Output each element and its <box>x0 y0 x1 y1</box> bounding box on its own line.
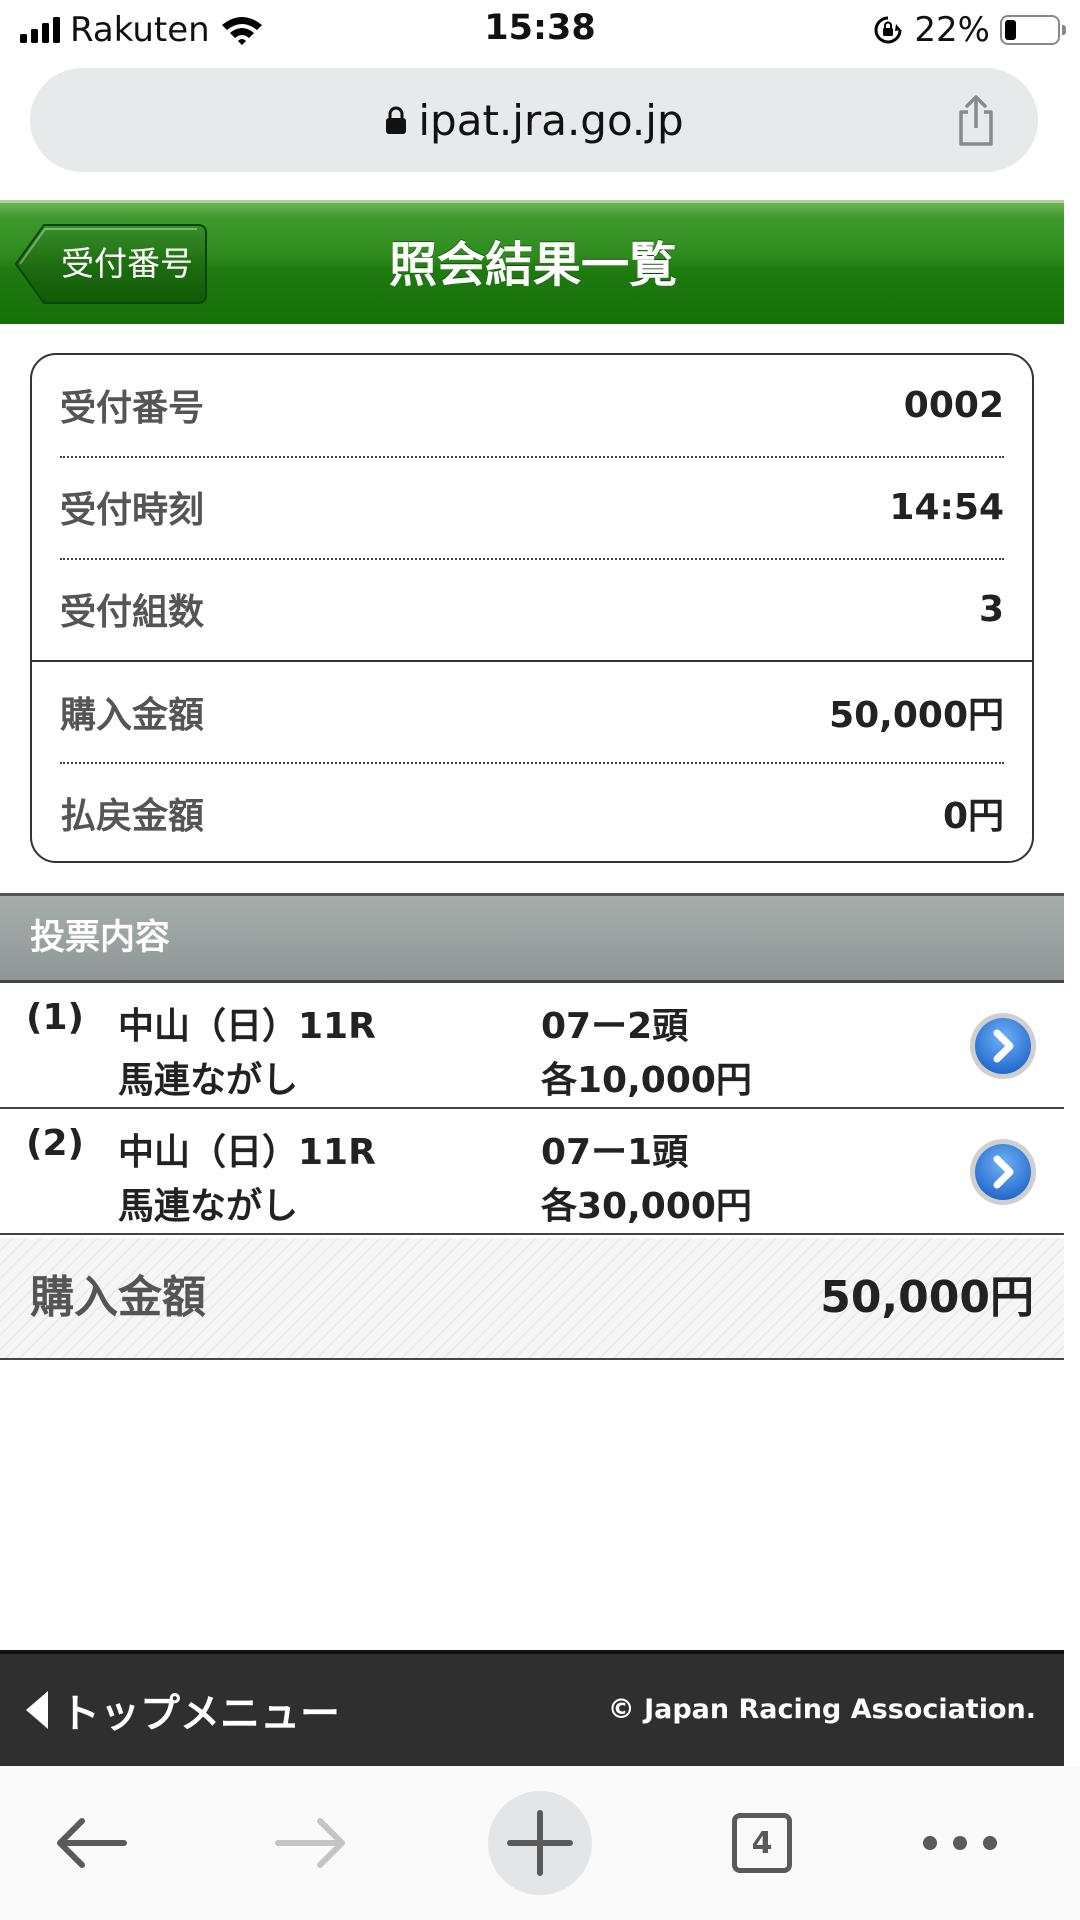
plus-icon <box>507 1810 573 1876</box>
receipt-number-row: 受付番号 0002 <box>60 355 1004 455</box>
bet-number: (1) <box>26 997 84 1038</box>
chevron-right-circle-icon[interactable] <box>968 1137 1038 1207</box>
copyright-text: © Japan Racing Association. <box>607 1694 1036 1725</box>
receipt-time-label: 受付時刻 <box>60 490 205 531</box>
refund-amount-label: 払戻金額 <box>60 796 205 837</box>
refund-amount-row: 払戻金額 0円 <box>60 763 1004 861</box>
browser-toolbar: 4 <box>0 1766 1080 1920</box>
arrow-left-icon <box>57 1818 127 1868</box>
receipt-info-card: 受付番号 0002 受付時刻 14:54 受付組数 3 購入金額 50,000円… <box>30 353 1034 863</box>
bet-race: 中山（日）11R <box>118 1006 376 1047</box>
page-title: 照会結果一覧 <box>388 237 677 293</box>
top-menu-link[interactable]: トップメニュー <box>26 1654 340 1766</box>
receipt-number-value: 0002 <box>903 384 1004 426</box>
url-text[interactable]: ipat.jra.go.jp <box>418 96 683 145</box>
chevron-right-circle-icon[interactable] <box>968 1011 1038 1081</box>
battery-icon <box>1000 15 1066 45</box>
new-tab-button[interactable] <box>480 1766 600 1920</box>
receipt-number-label: 受付番号 <box>60 388 205 429</box>
bet-content-title: 投票内容 <box>30 918 171 958</box>
total-row: 購入金額 50,000円 <box>0 1238 1064 1360</box>
bet-item-1[interactable]: (1) 中山（日）11R 馬連ながし 07ー2頭 各10,000円 <box>0 983 1064 1109</box>
bet-combination: 07ー1頭 <box>541 1132 689 1173</box>
battery-percent: 22% <box>914 10 990 50</box>
bet-race: 中山（日）11R <box>118 1132 376 1173</box>
receipt-count-row: 受付組数 3 <box>60 559 1004 659</box>
total-label: 購入金額 <box>30 1272 206 1323</box>
refund-amount-value: 0円 <box>942 796 1004 837</box>
tabs-button[interactable]: 4 <box>712 1766 812 1920</box>
purchase-amount-row: 購入金額 50,000円 <box>60 662 1004 762</box>
arrow-right-icon <box>275 1818 345 1868</box>
triangle-left-icon <box>26 1691 48 1729</box>
more-button[interactable] <box>900 1766 1020 1920</box>
bet-combination: 07ー2頭 <box>541 1006 689 1047</box>
total-value: 50,000円 <box>820 1272 1034 1323</box>
bet-amount: 各10,000円 <box>541 1060 752 1101</box>
forward-nav-button[interactable] <box>262 1766 362 1920</box>
page-footer: トップメニュー © Japan Racing Association. <box>0 1650 1064 1766</box>
ellipsis-icon <box>923 1836 997 1850</box>
bet-amount: 各30,000円 <box>541 1186 752 1227</box>
share-icon[interactable] <box>952 94 1000 148</box>
receipt-time-row: 受付時刻 14:54 <box>60 457 1004 557</box>
back-nav-button[interactable] <box>40 1766 140 1920</box>
status-bar: Rakuten 15:38 22% <box>0 0 1080 60</box>
receipt-count-value: 3 <box>978 588 1004 630</box>
top-menu-label: トップメニュー <box>60 1691 340 1737</box>
address-bar[interactable]: ipat.jra.go.jp <box>30 68 1038 172</box>
bet-item-2[interactable]: (2) 中山（日）11R 馬連ながし 07ー1頭 各30,000円 <box>0 1109 1064 1235</box>
purchase-amount-label: 購入金額 <box>60 695 205 736</box>
lock-icon <box>386 106 407 134</box>
orientation-lock-icon <box>874 16 902 44</box>
bet-content-header: 投票内容 <box>0 893 1064 983</box>
receipt-time-value: 14:54 <box>889 486 1004 528</box>
bet-number: (2) <box>26 1123 84 1164</box>
purchase-amount-value: 50,000円 <box>829 695 1004 736</box>
bet-type: 馬連ながし <box>118 1186 299 1227</box>
tabs-icon: 4 <box>732 1813 792 1873</box>
battery-fill <box>1005 20 1016 40</box>
bet-type: 馬連ながし <box>118 1060 299 1101</box>
page-header: 受付番号 照会結果一覧 <box>0 200 1064 324</box>
receipt-count-label: 受付組数 <box>60 592 205 633</box>
